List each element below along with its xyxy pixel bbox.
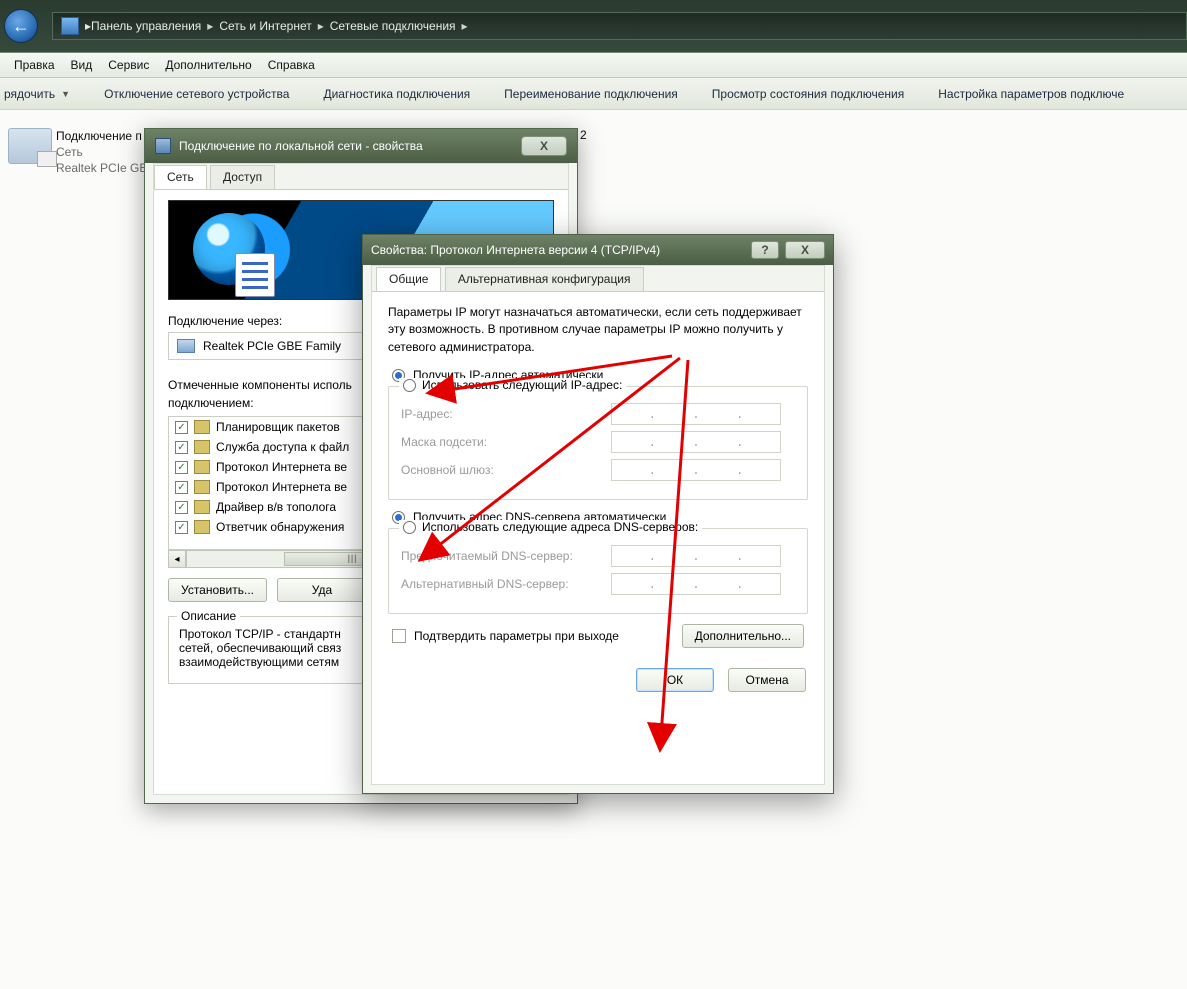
scroll-marker: III: [347, 552, 357, 566]
checklist-icon: [235, 253, 275, 297]
connection-sub1: Сеть: [56, 144, 147, 160]
confirm-label: Подтвердить параметры при выходе: [414, 629, 619, 643]
mask-label: Маска подсети:: [401, 435, 601, 449]
adapter-icon: [177, 339, 195, 353]
checkbox-icon[interactable]: ✓: [175, 461, 188, 474]
menu-extra[interactable]: Дополнительно: [165, 58, 251, 72]
confirm-checkbox[interactable]: [392, 629, 406, 643]
mask-input[interactable]: ...: [611, 431, 781, 453]
nav-back-button[interactable]: ←: [4, 9, 38, 43]
breadcrumb-sep: ▸: [462, 19, 468, 33]
close-button[interactable]: X: [785, 241, 825, 259]
breadcrumb-sep: ▸: [207, 19, 213, 33]
radio-icon[interactable]: [403, 379, 416, 392]
breadcrumb-item[interactable]: Сетевые подключения: [330, 19, 456, 33]
dialog-buttons: ОК Отмена: [390, 668, 806, 692]
toolbar-diagnose[interactable]: Диагностика подключения: [323, 87, 470, 101]
control-panel-icon: [61, 17, 79, 35]
dialog-body: Общие Альтернативная конфигурация Параме…: [371, 265, 825, 785]
manual-dns-group: Использовать следующие адреса DNS-сервер…: [388, 528, 808, 614]
component-icon: [194, 480, 210, 494]
tab-alt-config[interactable]: Альтернативная конфигурация: [445, 267, 644, 291]
close-button[interactable]: X: [521, 136, 567, 156]
dialog-title: Подключение по локальной сети - свойства: [179, 139, 423, 153]
connection-item[interactable]: Подключение п Сеть Realtek PCIe GB: [8, 128, 147, 177]
connection-text: Подключение п Сеть Realtek PCIe GB: [56, 128, 147, 177]
dns2-input[interactable]: ...: [611, 573, 781, 595]
menu-bar: Правка Вид Сервис Дополнительно Справка: [0, 52, 1187, 78]
uninstall-button[interactable]: Уда: [277, 578, 367, 602]
component-icon: [194, 500, 210, 514]
toolbar: рядочить ▼ Отключение сетевого устройств…: [0, 78, 1187, 110]
radio-manual-ip-label[interactable]: Использовать следующий IP-адрес:: [422, 378, 622, 392]
menu-help[interactable]: Справка: [268, 58, 315, 72]
toolbar-arrange[interactable]: рядочить ▼: [4, 87, 70, 101]
radio-manual-dns-label[interactable]: Использовать следующие адреса DNS-сервер…: [422, 520, 698, 534]
component-label: Протокол Интернета ве: [216, 460, 347, 474]
checkbox-icon[interactable]: ✓: [175, 521, 188, 534]
dns1-label: Предпочитаемый DNS-сервер:: [401, 549, 601, 563]
gateway-label: Основной шлюз:: [401, 463, 601, 477]
component-label: Планировщик пакетов: [216, 420, 340, 434]
ok-button[interactable]: ОК: [636, 668, 714, 692]
component-icon: [194, 520, 210, 534]
address-bar: ← ▸ Панель управления ▸ Сеть и Интернет …: [0, 0, 1187, 52]
breadcrumb-item[interactable]: Сеть и Интернет: [219, 19, 311, 33]
manual-ip-group: Использовать следующий IP-адрес: IP-адре…: [388, 386, 808, 500]
confirm-row: Подтвердить параметры при выходе Дополни…: [392, 624, 804, 648]
component-label: Ответчик обнаружения: [216, 520, 344, 534]
toolbar-settings[interactable]: Настройка параметров подключе: [938, 87, 1124, 101]
tab-access[interactable]: Доступ: [210, 165, 275, 189]
component-label: Протокол Интернета ве: [216, 480, 347, 494]
connection-item-2-fragment: 2: [580, 128, 587, 142]
ip-input[interactable]: ...: [611, 403, 781, 425]
breadcrumb-item[interactable]: Панель управления: [91, 19, 201, 33]
dialog-title: Свойства: Протокол Интернета версии 4 (T…: [371, 243, 660, 257]
advanced-button[interactable]: Дополнительно...: [682, 624, 804, 648]
radio-icon[interactable]: [403, 521, 416, 534]
breadcrumb-strip[interactable]: ▸ Панель управления ▸ Сеть и Интернет ▸ …: [52, 12, 1187, 40]
toolbar-disable[interactable]: Отключение сетевого устройства: [104, 87, 289, 101]
description-legend: Описание: [177, 609, 240, 623]
connection-sub2: Realtek PCIe GB: [56, 160, 147, 176]
checkbox-icon[interactable]: ✓: [175, 421, 188, 434]
install-button[interactable]: Установить...: [168, 578, 267, 602]
checkbox-icon[interactable]: ✓: [175, 441, 188, 454]
dns1-input[interactable]: ...: [611, 545, 781, 567]
dialog-titlebar[interactable]: Свойства: Протокол Интернета версии 4 (T…: [363, 235, 833, 265]
connection-title: Подключение п: [56, 128, 147, 144]
adapter-name: Realtek PCIe GBE Family: [203, 339, 341, 353]
menu-edit[interactable]: Правка: [14, 58, 55, 72]
menu-view[interactable]: Вид: [71, 58, 93, 72]
network-adapter-icon: [8, 128, 52, 164]
ipv4-properties-dialog: Свойства: Протокол Интернета версии 4 (T…: [362, 234, 834, 794]
component-label: Драйвер в/в тополога: [216, 500, 336, 514]
tab-general[interactable]: Общие: [376, 267, 441, 291]
ip-label: IP-адрес:: [401, 407, 601, 421]
dns2-label: Альтернативный DNS-сервер:: [401, 577, 601, 591]
gateway-input[interactable]: ...: [611, 459, 781, 481]
cancel-button[interactable]: Отмена: [728, 668, 806, 692]
checkbox-icon[interactable]: ✓: [175, 501, 188, 514]
dialog-titlebar[interactable]: Подключение по локальной сети - свойства…: [145, 129, 577, 163]
component-label: Служба доступа к файл: [216, 440, 349, 454]
menu-service[interactable]: Сервис: [108, 58, 149, 72]
toolbar-arrange-label: рядочить: [4, 87, 55, 101]
chevron-down-icon: ▼: [61, 89, 70, 99]
checkbox-icon[interactable]: ✓: [175, 481, 188, 494]
toolbar-rename[interactable]: Переименование подключения: [504, 87, 678, 101]
component-icon: [194, 420, 210, 434]
dialog-icon: [155, 138, 171, 154]
intro-text: Параметры IP могут назначаться автоматич…: [388, 304, 808, 356]
scroll-left-button[interactable]: ◂: [168, 550, 186, 568]
breadcrumb-sep: ▸: [318, 19, 324, 33]
tabs: Сеть Доступ: [154, 164, 568, 190]
help-button[interactable]: ?: [751, 241, 779, 259]
toolbar-status[interactable]: Просмотр состояния подключения: [712, 87, 904, 101]
component-icon: [194, 440, 210, 454]
tabs: Общие Альтернативная конфигурация: [372, 266, 824, 292]
component-icon: [194, 460, 210, 474]
tab-network[interactable]: Сеть: [154, 165, 207, 189]
